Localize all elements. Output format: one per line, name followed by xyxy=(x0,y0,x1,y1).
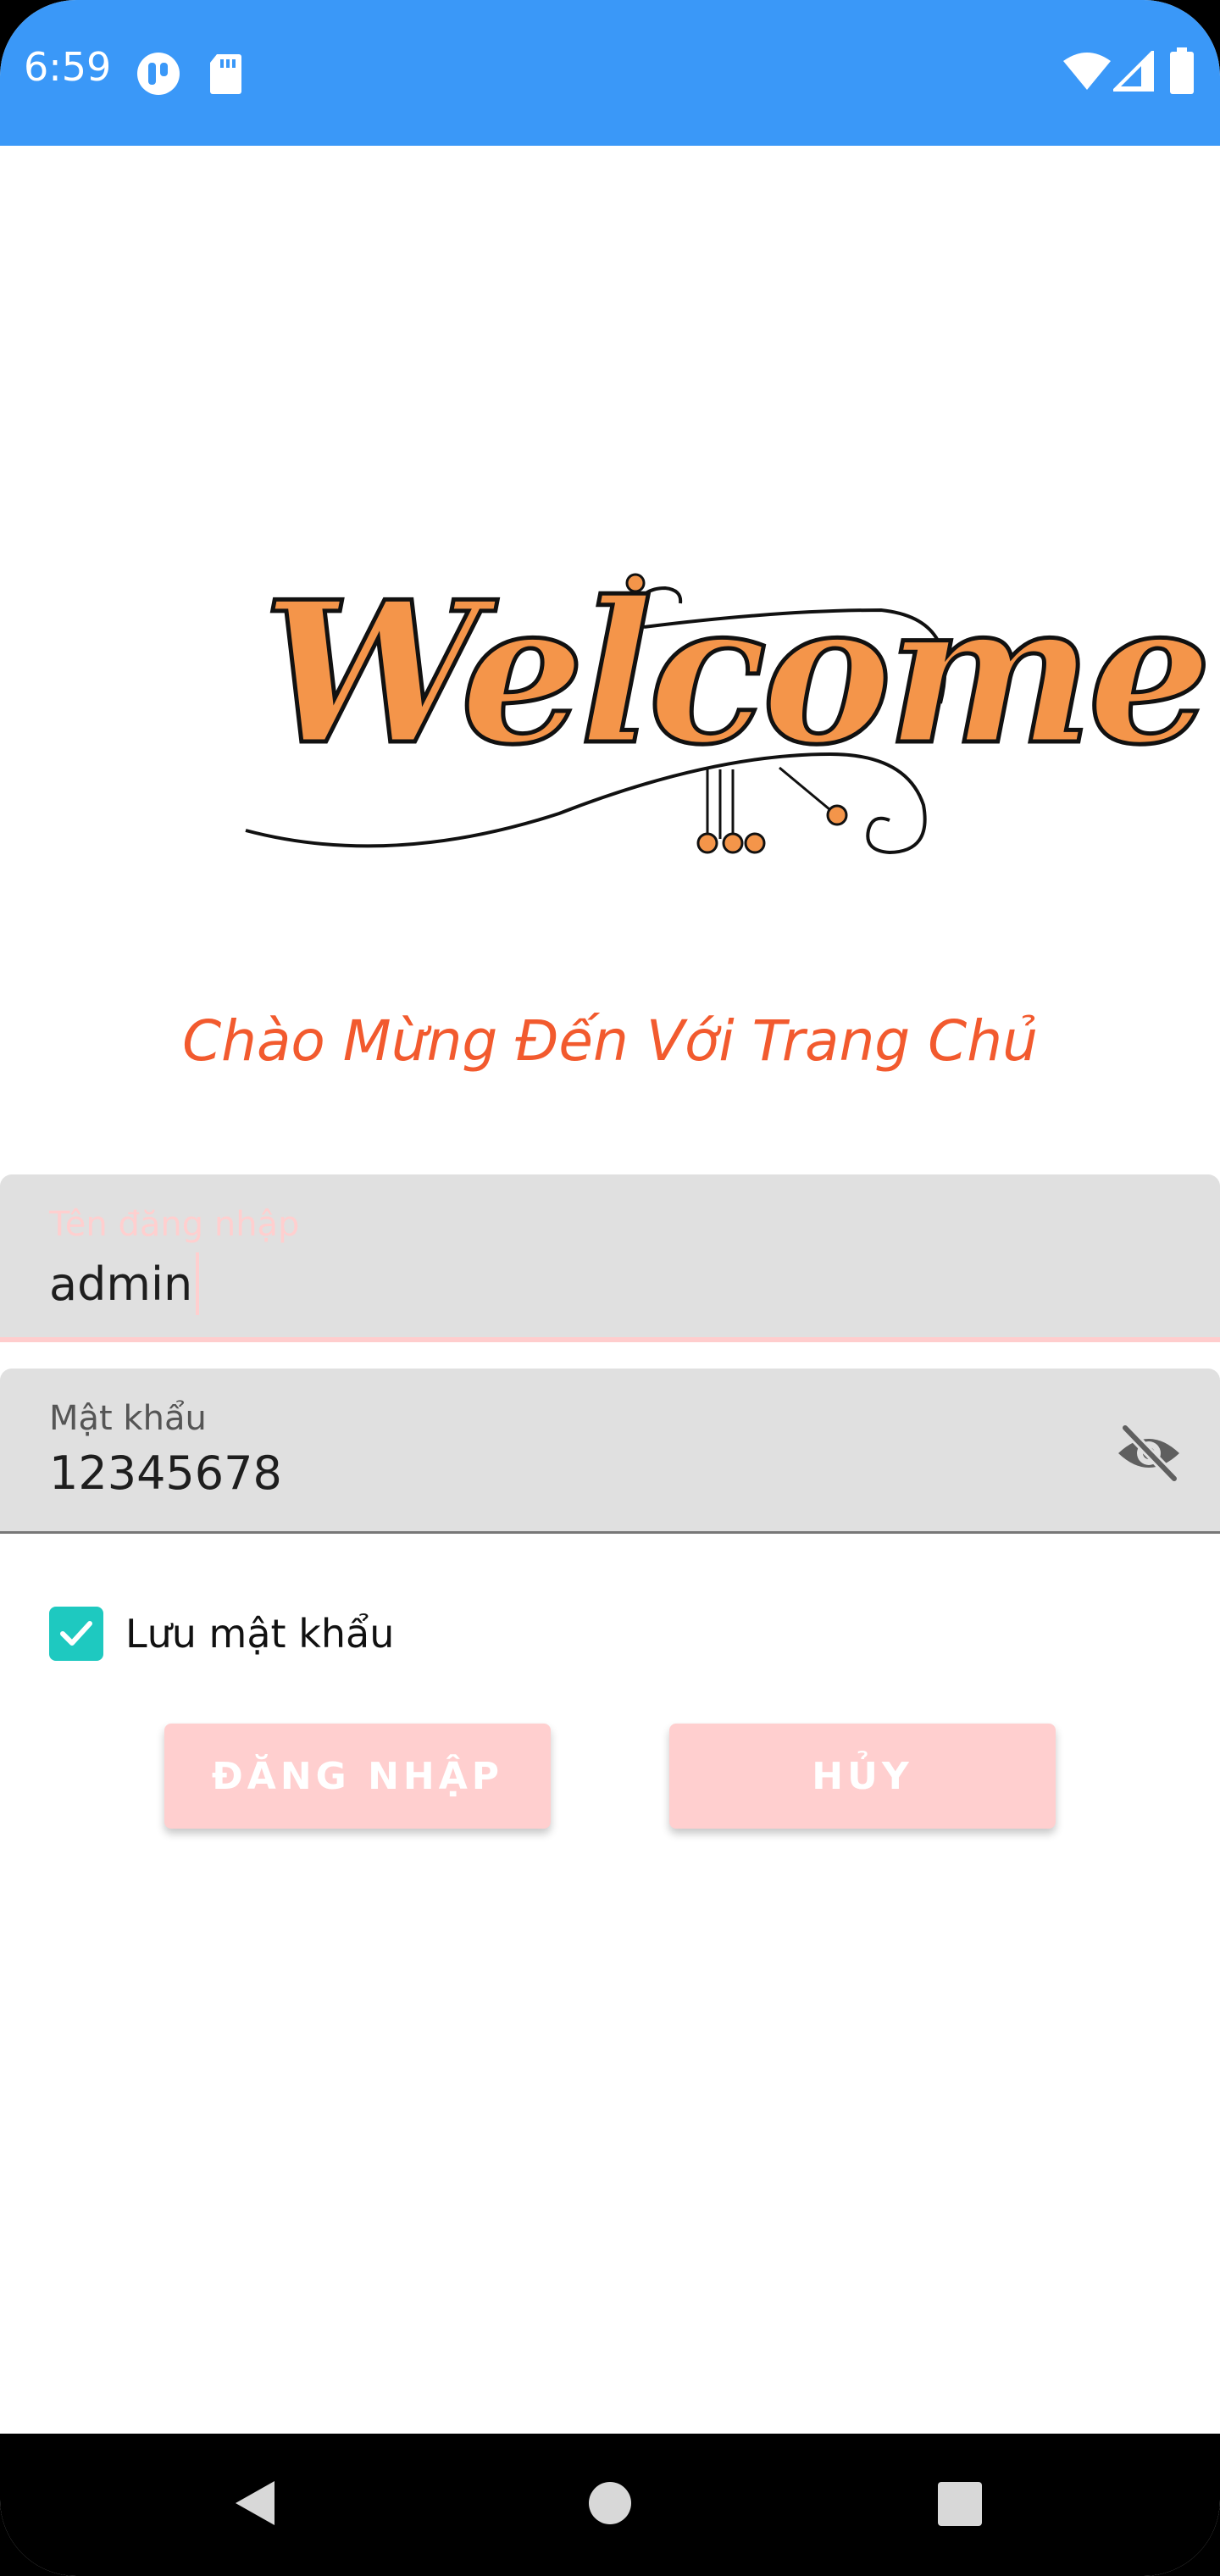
welcome-subtitle: Chào Mừng Đến Với Trang Chủ xyxy=(182,1008,1038,1074)
username-label: Tên đăng nhập xyxy=(49,1205,300,1244)
welcome-logo: Welcome xyxy=(237,551,1214,873)
status-bar: 6:59 xyxy=(0,0,1220,146)
eye-off-icon[interactable] xyxy=(1115,1419,1183,1487)
battery-icon xyxy=(1170,47,1194,94)
remember-password-row[interactable]: Lưu mật khẩu xyxy=(49,1607,394,1661)
username-value: admin xyxy=(49,1257,193,1311)
remember-password-label: Lưu mật khẩu xyxy=(125,1611,395,1657)
checkmark-icon xyxy=(60,1621,92,1646)
login-screen: 6:59 Welcome Chào Mừng Đến Với Trang Chủ… xyxy=(0,0,1220,2576)
password-label: Mật khẩu xyxy=(49,1399,207,1438)
status-time: 6:59 xyxy=(24,44,112,90)
welcome-logo-text: Welcome xyxy=(260,559,1213,788)
back-icon[interactable] xyxy=(229,2476,283,2530)
cancel-button[interactable]: HỦY xyxy=(669,1724,1056,1829)
wifi-icon xyxy=(1063,53,1111,90)
home-icon[interactable] xyxy=(586,2479,634,2527)
username-input[interactable]: admin xyxy=(49,1252,200,1315)
remember-password-checkbox[interactable] xyxy=(49,1607,103,1661)
password-input[interactable]: 12345678 xyxy=(49,1446,282,1500)
password-field[interactable]: Mật khẩu 12345678 xyxy=(0,1368,1220,1534)
navigation-bar xyxy=(0,2434,1220,2576)
password-value: 12345678 xyxy=(49,1446,282,1500)
cell-signal-icon xyxy=(1113,51,1154,92)
login-button[interactable]: ĐĂNG NHẬP xyxy=(164,1724,551,1829)
tasks-app-icon xyxy=(137,53,180,95)
username-field[interactable]: Tên đăng nhập admin xyxy=(0,1174,1220,1342)
recents-icon[interactable] xyxy=(937,2481,983,2527)
text-caret xyxy=(196,1252,200,1315)
sd-card-icon xyxy=(210,54,241,94)
